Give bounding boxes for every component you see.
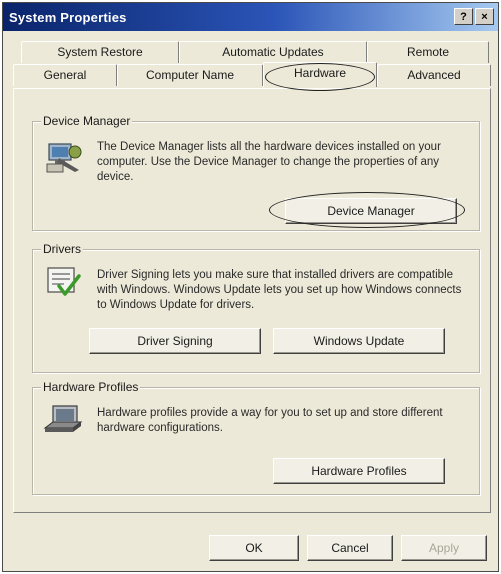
device-manager-description: The Device Manager lists all the hardwar… <box>97 141 441 183</box>
tab-computer-name[interactable]: Computer Name <box>117 64 263 86</box>
system-properties-window: System Properties ? × System Restore Aut… <box>2 2 499 572</box>
drivers-group: Drivers Driver Signing lets you make sur… <box>32 242 480 373</box>
tab-hardware[interactable]: Hardware <box>263 62 377 87</box>
help-button[interactable]: ? <box>454 8 473 25</box>
title-buttons: ? × <box>454 8 494 25</box>
apply-button[interactable]: Apply <box>401 535 487 561</box>
tab-remote[interactable]: Remote <box>367 41 489 63</box>
tab-system-restore[interactable]: System Restore <box>21 41 179 63</box>
driver-signing-icon <box>47 267 81 296</box>
hardware-profiles-group: Hardware Profiles Hardware profiles prov… <box>32 380 480 495</box>
ok-button[interactable]: OK <box>209 535 299 561</box>
hardware-profiles-legend: Hardware Profiles <box>41 380 141 394</box>
device-manager-legend: Device Manager <box>41 114 133 128</box>
device-manager-button[interactable]: Device Manager <box>285 198 457 224</box>
driver-signing-button[interactable]: Driver Signing <box>89 328 261 354</box>
window-title: System Properties <box>9 9 127 25</box>
tab-general[interactable]: General <box>13 64 117 86</box>
title-bar[interactable]: System Properties ? × <box>3 3 498 31</box>
windows-update-button[interactable]: Windows Update <box>273 328 445 354</box>
close-button[interactable]: × <box>475 8 494 25</box>
device-manager-group: Device Manager The Device Manager lists … <box>32 114 480 231</box>
drivers-legend: Drivers <box>41 242 83 256</box>
drivers-description: Driver Signing lets you make sure that i… <box>97 269 462 311</box>
device-manager-icon <box>46 143 82 173</box>
hardware-panel: Device Manager The Device Manager lists … <box>13 88 491 513</box>
hardware-profiles-description: Hardware profiles provide a way for you … <box>97 407 443 434</box>
tab-automatic-updates[interactable]: Automatic Updates <box>179 41 367 63</box>
cancel-button[interactable]: Cancel <box>307 535 393 561</box>
tab-advanced[interactable]: Advanced <box>377 64 491 86</box>
hardware-profiles-icon <box>43 405 83 432</box>
hardware-profiles-button[interactable]: Hardware Profiles <box>273 458 445 484</box>
